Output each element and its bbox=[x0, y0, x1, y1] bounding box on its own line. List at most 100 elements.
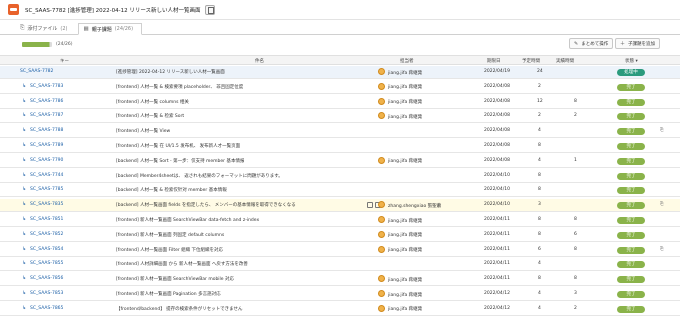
table-row[interactable]: SC_SAAS-7852 [frontend] 新人材一覧画面 列固定 defau… bbox=[0, 228, 680, 242]
issue-key-link[interactable]: SC_SAAS-7744 bbox=[22, 172, 63, 178]
add-child-button[interactable]: ＋ 子課題を追加 bbox=[615, 38, 661, 49]
table-row[interactable]: SC_SAAS-7855 [frontend] 人材詳細画面 から 新人材一覧画面… bbox=[0, 258, 680, 272]
status-badge: 完了 bbox=[617, 157, 645, 165]
edit-icon: ✎ bbox=[574, 40, 579, 47]
bulk-operation-label: まとめて操作 bbox=[581, 41, 609, 47]
due-date: 2022/04/10 bbox=[484, 172, 510, 178]
table-row[interactable]: SC_SAAS-7783 [frontend] 人材一覧 & 検索要項 place… bbox=[0, 80, 680, 94]
avatar bbox=[378, 290, 385, 297]
avatar bbox=[378, 245, 385, 253]
assignee-name: jiang.jifa 蒋継発 bbox=[388, 70, 423, 76]
issue-key-link[interactable]: SC_SAAS-7853 bbox=[22, 290, 63, 296]
column-header-assignee[interactable]: 担当者 bbox=[400, 58, 414, 64]
due-date: 2022/04/12 bbox=[484, 291, 510, 296]
issue-summary: [backend] 人材一覧 & 检索仅针对 member 基本情報 bbox=[116, 188, 227, 194]
estimated-hours: 4 bbox=[538, 261, 541, 267]
issue-key-link[interactable]: SC_SAAS-7786 bbox=[22, 98, 63, 104]
table-row[interactable]: SC_SAAS-7744 [backend] Member4sheetは、 返され… bbox=[0, 169, 680, 183]
issue-key-link[interactable]: SC_SAAS-7865 bbox=[22, 305, 63, 311]
assignee-name: jiang.jifa 蒋継発 bbox=[388, 218, 423, 224]
tab-label: 添付ファイル bbox=[27, 26, 58, 32]
estimated-hours: 24 bbox=[537, 69, 543, 74]
status-badge: 完了 bbox=[617, 246, 645, 254]
assignee: jiang.jifa 蒋継発 bbox=[378, 275, 422, 283]
estimated-hours: 4 bbox=[538, 291, 541, 296]
column-header-key[interactable]: キー bbox=[60, 58, 69, 64]
status-badge: 完了 bbox=[617, 172, 645, 180]
status-badge: 完了 bbox=[617, 187, 645, 195]
issue-key-link[interactable]: SC_SAAS-7852 bbox=[22, 231, 63, 237]
table-row[interactable]: SC_SAAS-7853 [frontend] 新人材一覧画面 Paginatio… bbox=[0, 288, 680, 301]
table-row[interactable]: SC_SAAS-7790 [backend] 人材一覧 Sort - 第一步：仅支… bbox=[0, 154, 680, 168]
assignee-name: jiang.jifa 蒋継発 bbox=[388, 307, 423, 313]
paperclip-icon[interactable]: ⎘ bbox=[660, 246, 664, 252]
avatar bbox=[378, 97, 385, 105]
issue-key-link[interactable]: SC_SAAS-7855 bbox=[22, 260, 63, 266]
due-date: 2022/04/10 bbox=[484, 202, 510, 208]
table-row[interactable]: SC_SAAS-7786 [frontend] 人材一覧 columns 相关 ji… bbox=[0, 95, 680, 109]
issue-key-link[interactable]: SC_SAAS-7835 bbox=[22, 201, 63, 207]
avatar bbox=[378, 216, 385, 223]
table-row[interactable]: SC_SAAS-7787 [frontend] 人材一覧 & 检索 Sort jia… bbox=[0, 110, 680, 124]
table-row[interactable]: SC_SAAS-7789 [frontend] 人材一覧 在 UI/1.5 发布机… bbox=[0, 140, 680, 153]
actual-hours: 8 bbox=[574, 98, 577, 104]
column-header-status[interactable]: 状態 ▾ bbox=[625, 58, 638, 64]
copy-icon[interactable] bbox=[204, 4, 215, 15]
actual-hours: 8 bbox=[574, 217, 577, 222]
status-badge: 完了 bbox=[617, 291, 645, 298]
estimated-hours: 12 bbox=[537, 98, 543, 104]
paperclip-icon: ⎘ bbox=[20, 25, 25, 31]
due-date: 2022/04/08 bbox=[484, 113, 510, 119]
assignee-name: jiang.jifa 蒋継発 bbox=[388, 292, 423, 298]
issue-summary: [frontend] 新人材一覧画面 列固定 default columns bbox=[116, 232, 225, 238]
issue-key-link[interactable]: SC_SAAS-7854 bbox=[22, 246, 63, 252]
issue-key-link[interactable]: SC_SAAS-7789 bbox=[22, 142, 63, 148]
issue-key-link[interactable]: SC_SAAS-7782 bbox=[20, 69, 53, 74]
table-row[interactable]: SC_SAAS-7856 [frontend] 新人材一覧画面 SearchVie… bbox=[0, 273, 680, 287]
table-row[interactable]: SC_SAAS-7785 [backend] 人材一覧 & 检索仅针对 membe… bbox=[0, 184, 680, 198]
table-row[interactable]: SC_SAAS-7865 【frontend/backend】 提存の検索条件がリ… bbox=[0, 302, 680, 316]
tab-attachments[interactable]: ⎘ 添付ファイル (2) bbox=[15, 23, 76, 34]
paperclip-icon[interactable]: ⎘ bbox=[660, 127, 664, 133]
column-header-summary[interactable]: 件名 bbox=[255, 58, 264, 64]
open-link-icon[interactable] bbox=[367, 202, 373, 209]
issue-summary: [backend] 人材一覧画面 fields を指定したら、 メンバーの基本情… bbox=[116, 203, 296, 209]
bulk-operation-button[interactable]: ✎ まとめて操作 bbox=[569, 38, 614, 49]
estimated-hours: 8 bbox=[538, 143, 541, 148]
assignee-name: jiang.jifa 蒋継発 bbox=[388, 233, 423, 239]
due-date: 2022/04/12 bbox=[484, 305, 510, 311]
issue-summary: [frontend] 新人材一覧画面 Pagination 多言語対応 bbox=[116, 292, 221, 297]
column-header-due[interactable]: 期限日 bbox=[487, 58, 501, 64]
paperclip-icon[interactable]: ⎘ bbox=[660, 201, 664, 207]
issue-key-link[interactable]: SC_SAAS-7851 bbox=[22, 216, 63, 222]
issue-key-link[interactable]: SC_SAAS-7785 bbox=[22, 186, 63, 192]
plus-icon: ＋ bbox=[620, 41, 626, 47]
assignee: jiang.jifa 蒋継発 bbox=[378, 216, 423, 224]
assignee-name: jiang.jifa 蒋継発 bbox=[388, 85, 423, 91]
issue-key-link[interactable]: SC_SAAS-7783 bbox=[22, 83, 63, 89]
issue-key-link[interactable]: SC_SAAS-7856 bbox=[22, 275, 63, 281]
status-badge: 完了 bbox=[617, 276, 645, 284]
assignee-name: jiang.jifa 蒋継発 bbox=[388, 248, 423, 254]
table-row[interactable]: SC_SAAS-7788 [frontend] 人材一覧 View 2022/04/… bbox=[0, 125, 680, 139]
assignee-name: jiang.jifa 蒋継発 bbox=[388, 114, 423, 120]
estimated-hours: 3 bbox=[538, 202, 541, 208]
estimated-hours: 4 bbox=[538, 128, 541, 134]
issue-summary: [backend] Member4sheetは、 返されも結果のフォーマットに問… bbox=[116, 173, 283, 179]
table-row[interactable]: SC_SAAS-7851 [frontend] 新人材一覧画面 SearchVie… bbox=[0, 214, 680, 227]
column-header-estimate[interactable]: 予定時間 bbox=[522, 58, 540, 64]
issue-key-link[interactable]: SC_SAAS-7788 bbox=[22, 127, 63, 133]
assignee: jiang.jifa 蒋継発 bbox=[378, 290, 423, 298]
table-row[interactable]: SC_SAAS-7782 [進捗管理] 2022-04-12 リリース新しい人材一… bbox=[0, 66, 680, 79]
status-badge: 完了 bbox=[617, 202, 645, 210]
status-badge: 完了 bbox=[617, 128, 645, 136]
issue-key-link[interactable]: SC_SAAS-7787 bbox=[22, 112, 63, 118]
estimated-hours: 8 bbox=[538, 187, 541, 193]
column-header-actual[interactable]: 実績時間 bbox=[556, 58, 574, 64]
issue-summary: [frontend] 人材一覧 & 检索 Sort bbox=[116, 114, 185, 120]
tab-subtasks[interactable]: ▦ 親子課題 (24/26) bbox=[77, 23, 143, 35]
issue-summary: 【frontend/backend】 提存の検索条件がリセットできません bbox=[116, 306, 243, 312]
issue-key-link[interactable]: SC_SAAS-7790 bbox=[22, 157, 63, 163]
table-row[interactable]: SC_SAAS-7854 [frontend] 人材一覧画面 Filter 組織 … bbox=[0, 243, 680, 257]
table-row[interactable]: SC_SAAS-7835 [backend] 人材一覧画面 fields を指定し… bbox=[0, 199, 680, 213]
